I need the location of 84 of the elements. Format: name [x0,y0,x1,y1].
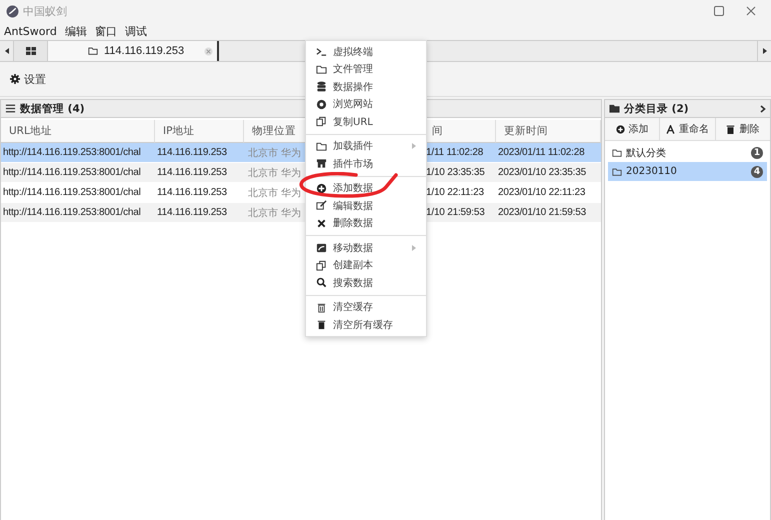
folder-icon [316,140,327,152]
gear-icon [10,74,20,84]
table-cell: 北京市 华为 [244,163,306,183]
plus-circle-icon [316,182,327,194]
category-item[interactable]: 20230110 4 [608,162,767,181]
close-icon [204,46,214,56]
caret-right-icon [762,48,766,54]
home-tab[interactable] [14,41,48,61]
terminal-icon [316,46,327,58]
context-menu-item[interactable]: 虚拟终端 [306,43,426,60]
trash-icon [316,319,327,330]
category-label: 20230110 [626,166,678,177]
context-menu-item[interactable]: 创建副本 [306,256,426,274]
table-cell: 1/10 23:35:35 [424,163,496,183]
context-menu-item[interactable]: 数据操作 [306,78,426,96]
context-menu-item[interactable]: 清空所有缓存 [306,316,426,334]
close-icon [316,218,327,229]
table-cell: 114.116.119.253 [155,143,244,163]
context-menu-item[interactable]: 添加数据 [306,180,426,197]
table-cell: 北京市 华为 [244,143,306,163]
database-icon [316,81,327,92]
menu-item[interactable]: 调试 [124,24,147,38]
edit-icon [316,200,327,212]
add-button[interactable]: 添加 [605,118,660,140]
menu-item[interactable]: AntSword [4,24,57,38]
folder-icon [88,46,98,56]
close-icon [746,6,756,16]
count-badge: 1 [751,146,763,158]
maximize-icon [714,6,724,16]
column-header[interactable]: 间 [424,120,496,143]
menu-item[interactable]: 编辑 [64,24,87,38]
window-title: 中国蚁剑 [23,4,67,18]
search-icon [316,277,327,288]
column-header[interactable]: IP地址 [155,120,244,143]
context-menu-item[interactable]: 文件管理 [306,60,426,78]
duplicate-icon [316,260,327,271]
letter-a-icon [666,124,675,134]
category-label: 默认分类 [626,146,667,160]
shop-icon [316,158,327,170]
context-menu-item[interactable]: 清空缓存 [306,298,426,316]
context-menu-item[interactable]: 编辑数据 [306,197,426,214]
grid-icon [26,47,36,55]
table-cell: 2023/01/10 21:59:53 [496,203,601,223]
table-cell: http://114.116.119.253:8001/chal [1,203,155,223]
column-header[interactable]: 物理位置 [244,120,306,143]
settings-button[interactable]: 设置 [10,72,46,86]
context-menu-item[interactable]: 插件市场 [306,155,426,172]
context-menu-item[interactable]: 搜索数据 [306,274,426,292]
copy-icon [316,116,327,128]
table-cell: 1/11 11:02:28 [424,143,496,163]
context-menu-item[interactable]: 复制URL [306,113,426,130]
context-menu-item[interactable]: 移动数据 [306,239,426,256]
table-cell: 1/10 21:59:53 [424,203,496,223]
table-cell: http://114.116.119.253:8001/chal [1,163,155,183]
submenu-arrow-icon [412,143,416,150]
panel-title: 数据管理 (4) [20,102,85,116]
trash-icon [316,302,327,313]
chevron-right-icon[interactable] [760,104,766,112]
context-menu-item[interactable]: 删除数据 [306,214,426,232]
folder-icon [609,103,620,114]
category-item[interactable]: 默认分类 1 [608,143,767,162]
table-cell: http://114.116.119.253:8001/chal [1,143,155,163]
panel-title: 分类目录 (2) [624,102,689,116]
table-cell: 114.116.119.253 [155,203,244,223]
table-cell: 114.116.119.253 [155,163,244,183]
host-tab[interactable]: 114.116.119.253 [48,41,220,61]
menu-item[interactable]: 窗口 [94,24,117,38]
table-cell: 北京市 华为 [244,203,306,223]
trash-icon [726,124,736,134]
context-menu-item[interactable]: 加载插件 [306,138,426,155]
delete-button[interactable]: 删除 [716,118,770,140]
app-logo-icon [6,4,19,18]
plus-circle-icon [616,124,625,134]
table-cell: 2023/01/10 23:35:35 [496,163,601,183]
submenu-arrow-icon [412,244,416,251]
context-menu-item[interactable]: 浏览网站 [306,96,426,113]
table-cell: 2023/01/11 11:02:28 [496,143,601,163]
count-badge: 4 [751,166,763,178]
folder-icon [316,64,327,75]
list-icon [5,103,16,114]
rename-button[interactable]: 重命名 [660,118,716,140]
column-header[interactable]: URL地址 [1,120,155,143]
column-header[interactable]: 更新时间 [496,120,601,143]
caret-left-icon [4,48,8,54]
